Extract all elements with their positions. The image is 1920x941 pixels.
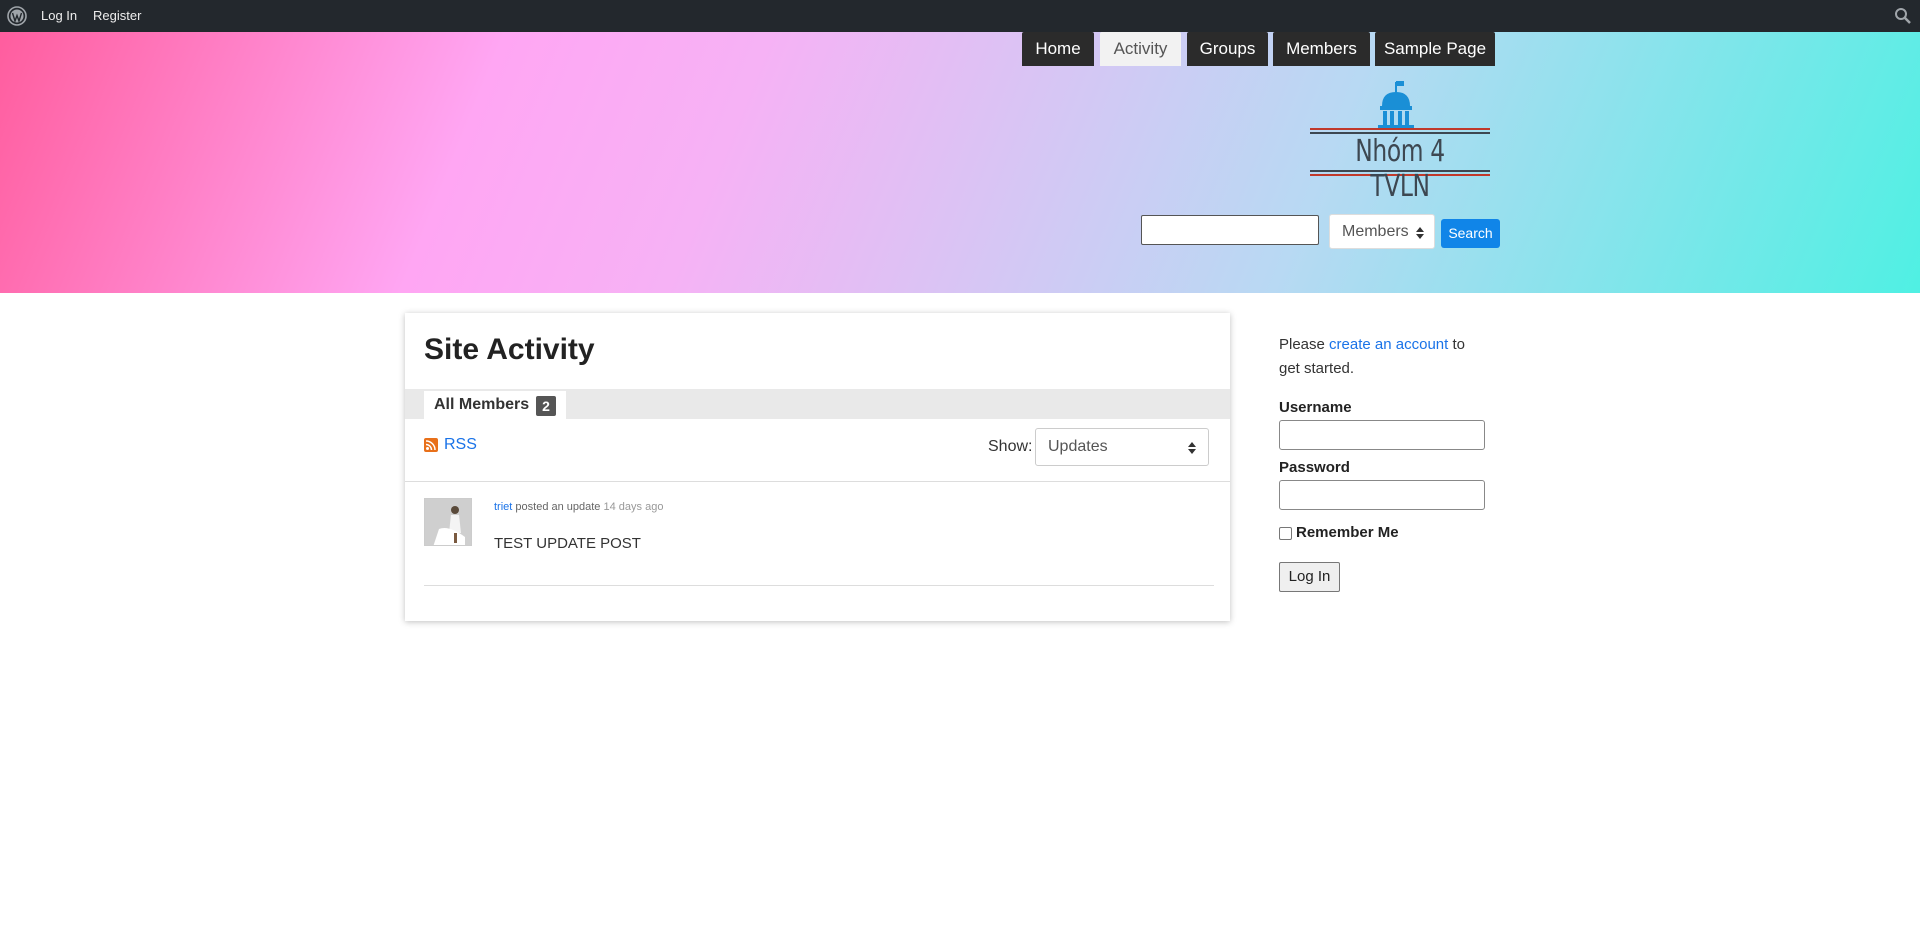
- admin-login-link[interactable]: Log In: [41, 8, 77, 24]
- activity-filter-value: Updates: [1048, 438, 1108, 455]
- select-arrows-icon: [1188, 442, 1196, 454]
- activity-card: Site Activity All Members 2 RSS Show: Up…: [405, 313, 1230, 621]
- avatar[interactable]: [424, 498, 472, 546]
- intro-text: Please: [1279, 336, 1330, 353]
- activity-subnav: All Members 2: [405, 389, 1230, 419]
- password-label: Password: [1279, 459, 1350, 476]
- admin-bar: Log In Register: [0, 0, 1920, 32]
- rss-icon: [424, 438, 438, 452]
- count-badge: 2: [536, 396, 556, 416]
- search-type-select[interactable]: Members: [1329, 214, 1435, 249]
- activity-meta: triet posted an update 14 days ago: [494, 501, 663, 513]
- page-title: Site Activity: [424, 333, 595, 366]
- signup-intro: Please create an account to get started.: [1279, 333, 1484, 381]
- remember-me-checkbox[interactable]: [1279, 527, 1292, 540]
- nav-tab-members[interactable]: Members: [1273, 32, 1370, 66]
- login-button[interactable]: Log In: [1279, 562, 1340, 592]
- divider: [405, 481, 1230, 482]
- login-sidebar: Please create an account to get started.…: [1279, 333, 1499, 592]
- activity-filter-select[interactable]: Updates: [1035, 428, 1209, 466]
- search-button[interactable]: Search: [1441, 219, 1500, 248]
- password-field[interactable]: [1279, 480, 1485, 510]
- tab-all-members-label: All Members: [434, 396, 530, 413]
- nav-tab-sample-page[interactable]: Sample Page: [1375, 32, 1495, 66]
- activity-action: posted an update: [515, 501, 601, 513]
- site-header: Nhóm 4 TVLN Members Search Home Activity…: [0, 32, 1920, 293]
- search-icon[interactable]: [1894, 7, 1912, 25]
- nav-tab-groups[interactable]: Groups: [1187, 32, 1268, 66]
- show-filter-label: Show:: [988, 438, 1033, 455]
- search-type-value: Members: [1342, 223, 1409, 240]
- activity-content: TEST UPDATE POST: [494, 535, 641, 552]
- nav-tab-activity[interactable]: Activity: [1100, 32, 1181, 66]
- remember-me-label[interactable]: Remember Me: [1296, 524, 1399, 541]
- tab-all-members[interactable]: All Members 2: [424, 391, 566, 419]
- wordpress-icon[interactable]: [7, 6, 27, 26]
- username-field[interactable]: [1279, 420, 1485, 450]
- user-avatar-image: [425, 499, 471, 545]
- create-account-link[interactable]: create an account: [1329, 336, 1448, 353]
- admin-register-link[interactable]: Register: [93, 8, 141, 24]
- site-logo[interactable]: Nhóm 4 TVLN: [1308, 78, 1492, 204]
- activity-user-link[interactable]: triet: [494, 501, 512, 513]
- activity-time[interactable]: 14 days ago: [604, 501, 664, 513]
- username-label: Username: [1279, 399, 1352, 416]
- rss-link[interactable]: RSS: [444, 435, 477, 455]
- search-input[interactable]: [1141, 215, 1319, 245]
- select-arrows-icon: [1416, 227, 1424, 239]
- site-title: Nhóm 4 TVLN: [1355, 134, 1445, 204]
- nav-tab-home[interactable]: Home: [1022, 32, 1094, 66]
- divider: [424, 585, 1214, 586]
